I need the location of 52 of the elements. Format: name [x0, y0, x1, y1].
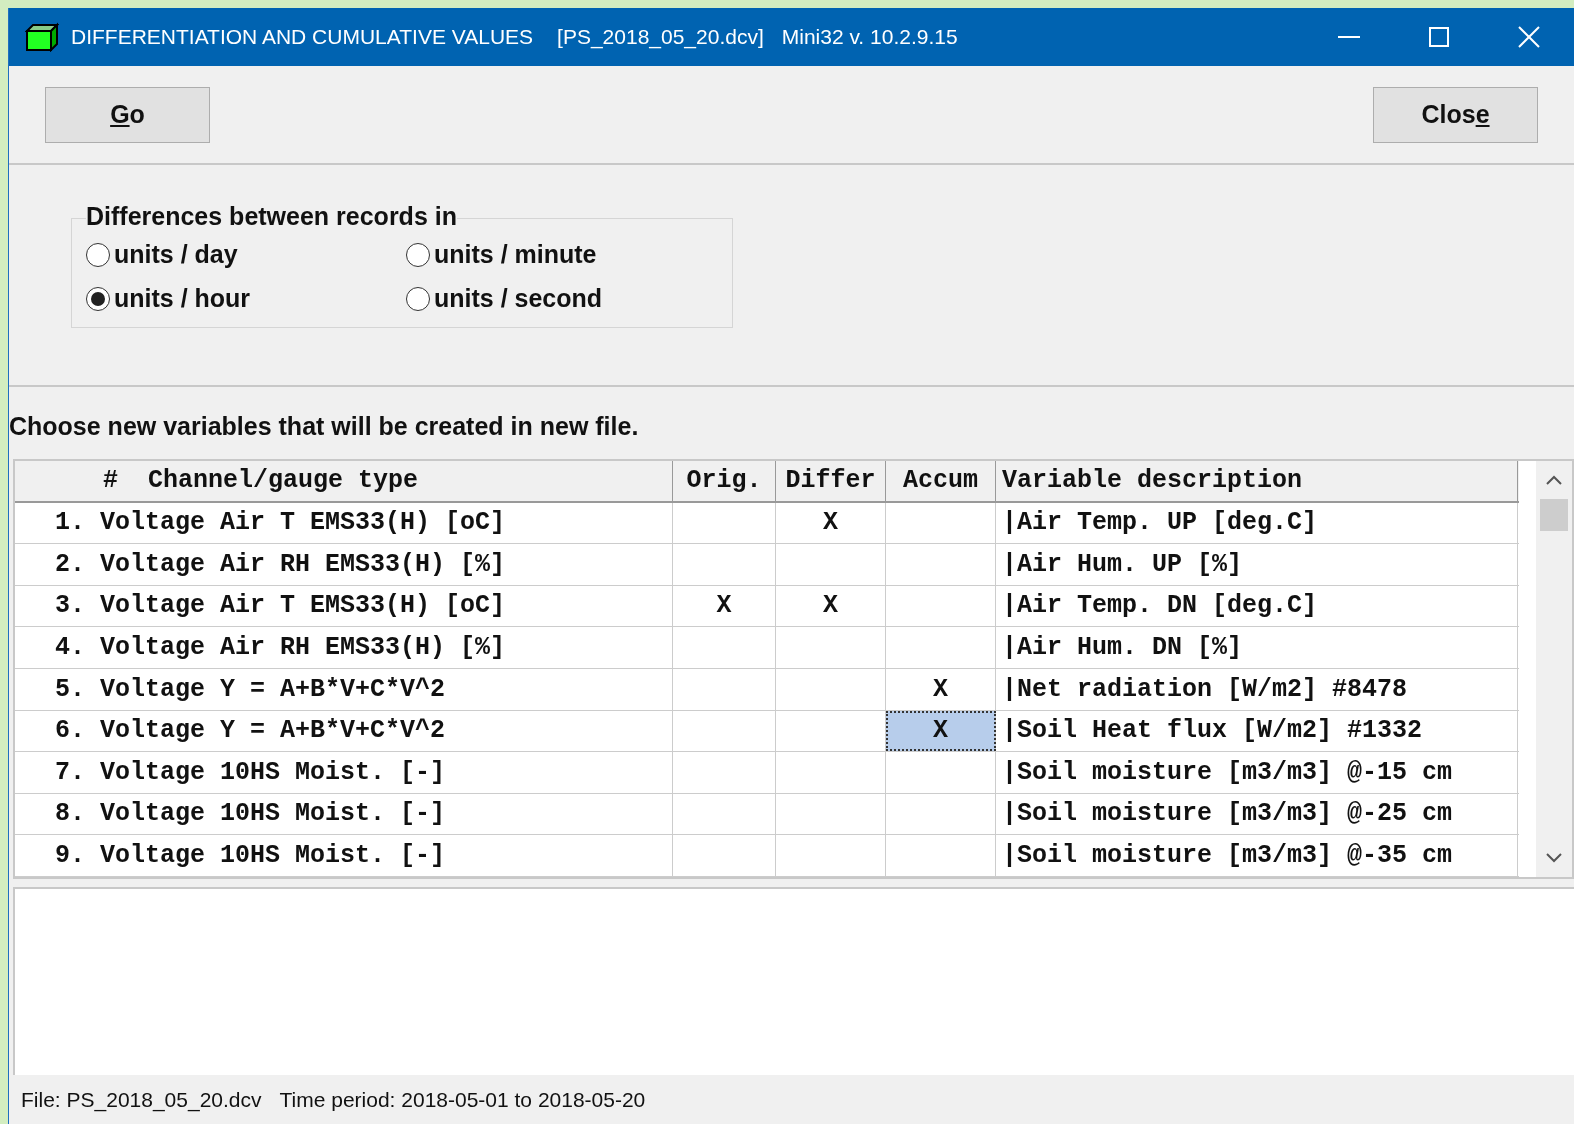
column-header[interactable]: Differ [776, 461, 886, 501]
scrollbar[interactable] [1536, 461, 1572, 877]
channel-type: 9. Voltage 10HS Moist. [-] [15, 835, 673, 876]
status-period: Time period: 2018-05-01 to 2018-05-20 [279, 1086, 646, 1113]
variable-description: |Soil moisture [m3/m3] @-15 cm [996, 752, 1518, 793]
radio-label: units / day [114, 239, 238, 271]
button[interactable]: Close [1373, 86, 1538, 143]
variable-description: |Air Temp. DN [deg.C] [996, 585, 1518, 627]
check-cell[interactable]: X [776, 585, 886, 627]
channel-type: 5. Voltage Y = A+B*V+C*V^2 [15, 669, 673, 710]
status-file: File: PS_2018_05_20.dcv [21, 1086, 262, 1114]
radio-button[interactable] [406, 287, 430, 311]
channel-type: 8. Voltage 10HS Moist. [-] [15, 793, 673, 835]
minimize-icon [1338, 36, 1360, 38]
scroll-down-icon [1546, 853, 1562, 863]
radio-label: units / minute [434, 239, 597, 271]
channel-type: 3. Voltage Air T EMS33(H) [oC] [15, 585, 673, 627]
channel-type: 6. Voltage Y = A+B*V+C*V^2 [15, 710, 673, 752]
check-cell[interactable]: X [886, 669, 996, 710]
column-header[interactable]: Variable description [996, 461, 1518, 501]
channel-type: 2. Voltage Air RH EMS33(H) [%] [15, 544, 673, 585]
variable-description: |Soil Heat flux [W/m2] #1332 [996, 710, 1518, 752]
window-title: DIFFERENTIATION AND CUMULATIVE VALUES [71, 24, 534, 51]
instruction-text: Choose new variables that will be created in new file. [9, 411, 640, 443]
radio-button[interactable] [86, 287, 110, 311]
radio-button[interactable] [86, 243, 110, 267]
variable-description: |Air Hum. UP [%] [996, 544, 1518, 585]
radio-label: units / hour [114, 283, 251, 315]
variable-description: |Net radiation [W/m2] #8478 [996, 669, 1518, 710]
scroll-up-icon [1546, 475, 1562, 485]
channel-type: 4. Voltage Air RH EMS33(H) [%] [15, 627, 673, 668]
radio-label: units / second [434, 283, 603, 315]
variable-description: |Air Temp. UP [deg.C] [996, 502, 1518, 544]
box-icon [25, 22, 59, 52]
check-cell[interactable]: X [673, 585, 776, 627]
radio-button[interactable] [406, 243, 430, 267]
column-header[interactable]: Accum [886, 461, 996, 501]
column-header[interactable]: Orig. [673, 461, 776, 501]
column-header[interactable]: # Channel/gauge type [15, 461, 673, 501]
check-cell[interactable]: X [776, 502, 886, 544]
button[interactable]: Go [45, 86, 210, 143]
variable-description: |Soil moisture [m3/m3] @-35 cm [996, 835, 1518, 876]
variable-description: |Air Hum. DN [%] [996, 627, 1518, 668]
version-label: Mini32 v. 10.2.9.15 [781, 24, 958, 51]
close-icon [1518, 26, 1540, 48]
scrollbar-thumb[interactable] [1540, 499, 1568, 531]
channel-type: 7. Voltage 10HS Moist. [-] [15, 752, 673, 793]
maximize-icon [1429, 27, 1449, 47]
file-name: [PS_2018_05_20.dcv] [557, 24, 764, 51]
check-cell[interactable]: X [886, 710, 996, 752]
channel-type: 1. Voltage Air T EMS33(H) [oC] [15, 502, 673, 544]
variable-description: |Soil moisture [m3/m3] @-25 cm [996, 793, 1518, 835]
